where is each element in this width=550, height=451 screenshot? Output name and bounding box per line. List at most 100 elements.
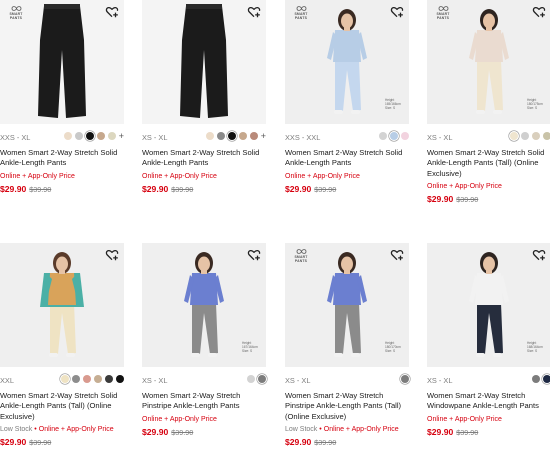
color-swatch[interactable] — [543, 375, 550, 383]
product-image[interactable]: SMART PANTS Height 180/170cm Size: S — [285, 243, 409, 367]
smart-pants-logo-icon: SMART PANTS — [292, 248, 310, 266]
size-color-row: XS - XL — [427, 369, 550, 389]
product-name[interactable]: Women Smart 2-Way Stretch Pinstripe Ankl… — [142, 391, 266, 412]
product-name[interactable]: Women Smart 2-Way Stretch Solid Ankle-Le… — [0, 148, 124, 169]
stock-status: Low Stock — [285, 426, 318, 434]
color-swatch[interactable] — [107, 132, 116, 140]
original-price: $39.90 — [29, 184, 52, 194]
separator-dot: • — [319, 426, 322, 434]
color-swatch[interactable] — [510, 132, 518, 140]
color-swatch[interactable] — [238, 132, 247, 140]
color-swatch[interactable] — [63, 132, 72, 140]
product-name[interactable]: Women Smart 2-Way Stretch Solid Ankle-Le… — [285, 148, 409, 169]
color-swatch[interactable] — [401, 132, 409, 140]
heart-plus-icon[interactable] — [105, 248, 119, 262]
product-image[interactable]: SMART PANTS — [0, 0, 124, 124]
model-height-note: Height 180/175cm Size: S — [527, 98, 543, 110]
color-swatches: + — [63, 132, 124, 141]
heart-plus-icon[interactable] — [247, 248, 261, 262]
more-colors-icon[interactable]: + — [119, 132, 124, 141]
product-image[interactable]: SMART PANTS Height 180/175cm Size: S — [427, 0, 550, 124]
product-name[interactable]: Women Smart 2-Way Stretch Solid Ankle-Le… — [142, 148, 266, 169]
heart-plus-icon[interactable] — [532, 5, 546, 19]
product-name[interactable]: Women Smart 2-Way Stretch Pinstripe Ankl… — [285, 391, 409, 422]
color-swatches: + — [205, 132, 266, 141]
online-price-note: Online + App-Only Price — [0, 172, 75, 180]
size-color-row: XXS - XL + — [0, 126, 124, 146]
product-card[interactable]: XS - XL + Women Smart 2-Way Stretch Solid … — [142, 0, 266, 195]
more-colors-icon[interactable]: + — [261, 132, 266, 141]
color-swatch[interactable] — [83, 375, 91, 383]
sale-price: $29.90 — [142, 183, 169, 194]
product-card[interactable]: SMART PANTS Height 165/166cm Size: S XXS - … — [285, 0, 409, 195]
size-color-row: XXL — [0, 369, 124, 389]
availability-line: Online + App-Only Price — [427, 182, 550, 192]
availability-line: Low Stock • Online + App-Only Price — [0, 425, 124, 435]
size-color-row: XS - XL + — [142, 126, 266, 146]
model-height-note: Height 180/170cm Size: S — [385, 341, 401, 353]
color-swatch[interactable] — [227, 132, 236, 140]
product-image[interactable]: SMART PANTS Height 165/166cm Size: S — [285, 0, 409, 124]
color-swatch[interactable] — [74, 132, 83, 140]
product-image[interactable] — [142, 0, 266, 124]
availability-line: Online + App-Only Price — [142, 415, 266, 425]
size-range: XXS - XXL — [285, 133, 321, 142]
sale-price: $29.90 — [285, 183, 312, 194]
color-swatch[interactable] — [249, 132, 258, 140]
price-line: $29.90 $39.90 — [427, 427, 550, 438]
product-card[interactable]: SMART PANTS XXS - XL + Women Smart 2-Way Str… — [0, 0, 124, 195]
color-swatch[interactable] — [105, 375, 113, 383]
color-swatches — [532, 375, 550, 383]
price-line: $29.90 $39.90 — [427, 194, 550, 205]
heart-plus-icon[interactable] — [390, 5, 404, 19]
original-price: $39.90 — [314, 184, 337, 194]
product-card[interactable]: Height 167/164cm Size: S XS - XL Women Sma… — [142, 243, 266, 438]
color-swatch[interactable] — [532, 132, 540, 140]
size-range: XXL — [0, 376, 14, 385]
color-swatches — [61, 375, 124, 383]
color-swatch[interactable] — [94, 375, 102, 383]
product-image[interactable] — [0, 243, 124, 367]
color-swatch[interactable] — [543, 132, 550, 140]
color-swatch[interactable] — [85, 132, 94, 140]
color-swatch[interactable] — [379, 132, 387, 140]
heart-plus-icon[interactable] — [247, 5, 261, 19]
color-swatch[interactable] — [532, 375, 540, 383]
price-line: $29.90 $39.90 — [142, 427, 266, 438]
price-line: $29.90 $39.90 — [285, 184, 409, 195]
color-swatch[interactable] — [401, 375, 409, 383]
availability-line: Online + App-Only Price — [142, 172, 266, 182]
price-line: $29.90 $39.90 — [0, 437, 124, 448]
heart-plus-icon[interactable] — [390, 248, 404, 262]
product-card[interactable]: XXL Women Smart 2-Way Stretch Solid Ankle… — [0, 243, 124, 448]
smart-pants-logo-icon: SMART PANTS — [292, 5, 310, 23]
online-price-note: Online + App-Only Price — [142, 415, 217, 423]
heart-plus-icon[interactable] — [105, 5, 119, 19]
smart-pants-logo-icon: SMART PANTS — [434, 5, 452, 23]
product-card[interactable]: SMART PANTS Height 180/170cm Size: S XS - X… — [285, 243, 409, 448]
color-swatch[interactable] — [247, 375, 255, 383]
color-swatch[interactable] — [521, 132, 529, 140]
product-image[interactable]: Height 168/164cm Size: S — [427, 243, 550, 367]
color-swatch[interactable] — [116, 375, 124, 383]
brand-mark-text: PANTS — [9, 15, 23, 20]
color-swatch[interactable] — [258, 375, 266, 383]
heart-plus-icon[interactable] — [532, 248, 546, 262]
product-name[interactable]: Women Smart 2-Way Stretch Solid Ankle-Le… — [0, 391, 124, 422]
product-image[interactable]: Height 167/164cm Size: S — [142, 243, 266, 367]
color-swatch[interactable] — [216, 132, 225, 140]
product-card[interactable]: Height 168/164cm Size: S XS - XL Women Sma… — [427, 243, 550, 438]
color-swatch[interactable] — [72, 375, 80, 383]
color-swatch[interactable] — [96, 132, 105, 140]
product-name[interactable]: Women Smart 2-Way Stretch Windowpane Ank… — [427, 391, 550, 412]
product-card[interactable]: SMART PANTS Height 180/175cm Size: S XS - X… — [427, 0, 550, 205]
price-line: $29.90 $39.90 — [285, 437, 409, 448]
product-name[interactable]: Women Smart 2-Way Stretch Solid Ankle-Le… — [427, 148, 550, 179]
availability-line: Online + App-Only Price — [0, 172, 124, 182]
color-swatch[interactable] — [205, 132, 214, 140]
color-swatch[interactable] — [390, 132, 398, 140]
separator-dot: • — [34, 426, 37, 434]
sale-price: $29.90 — [0, 437, 27, 448]
color-swatch[interactable] — [61, 375, 69, 383]
sale-price: $29.90 — [427, 194, 454, 205]
